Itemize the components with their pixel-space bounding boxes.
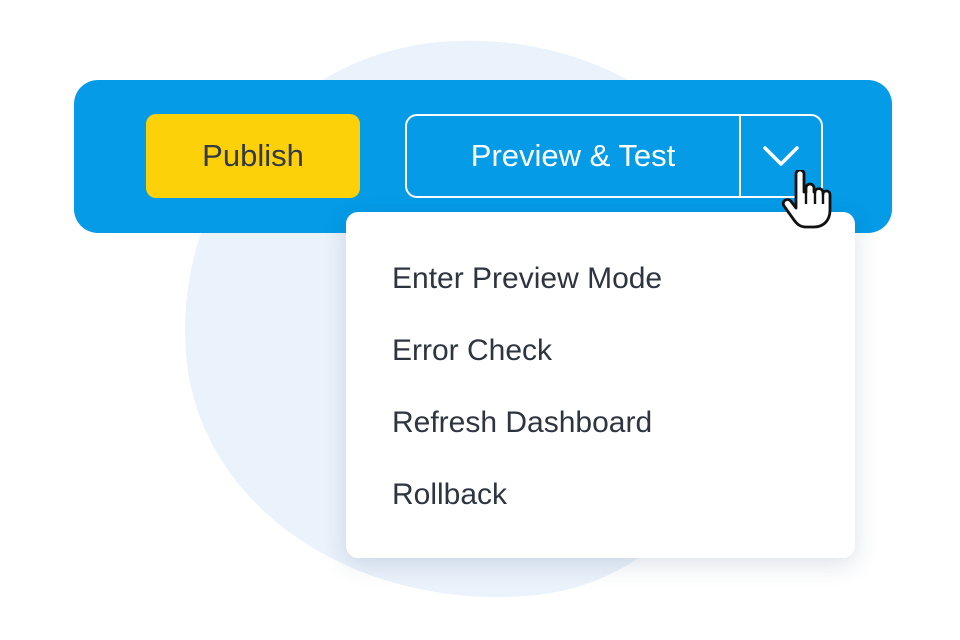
preview-test-split-button: Preview & Test [405,114,823,198]
menu-item-error-check[interactable]: Error Check [392,328,552,374]
canvas: Publish Preview & Test Enter Preview Mod… [0,0,960,640]
menu-item-rollback[interactable]: Rollback [392,472,507,518]
dropdown-menu: Enter Preview Mode Error Check Refresh D… [346,212,855,558]
toolbar: Publish Preview & Test [74,80,892,233]
publish-button[interactable]: Publish [146,114,360,198]
menu-item-enter-preview-mode[interactable]: Enter Preview Mode [392,256,662,302]
chevron-down-icon [763,146,799,166]
preview-test-button[interactable]: Preview & Test [407,116,739,196]
hand-pointer-icon [781,170,832,229]
menu-item-refresh-dashboard[interactable]: Refresh Dashboard [392,400,652,446]
